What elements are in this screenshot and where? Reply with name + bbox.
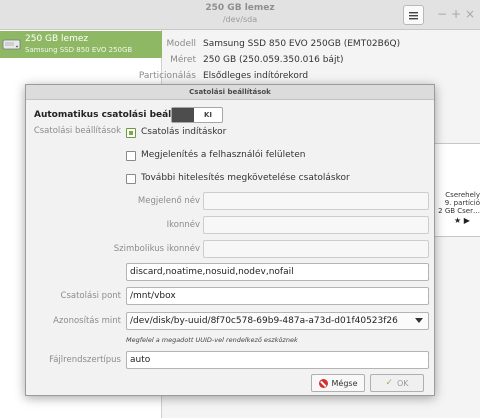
identify-as-dropdown[interactable]: /dev/disk/by-uuid/8f70c578-69b9-487a-a73…: [126, 312, 429, 330]
property-row-model: Modell Samsung SSD 850 EVO 250GB (EMT02B…: [162, 37, 480, 53]
cancel-button[interactable]: Mégse: [311, 374, 365, 392]
cancel-button-label: Mégse: [331, 378, 358, 388]
dialog-title: Csatolási beállítások: [26, 85, 434, 100]
property-value: Samsung SSD 850 EVO 250GB (EMT02B6Q): [203, 39, 401, 49]
property-row-size: Méret 250 GB (250.059.350.016 bájt): [162, 53, 480, 69]
toggle-state-label: KI: [203, 111, 213, 119]
sidebar-item-sublabel: Samsung SSD 850 EVO 250GB: [25, 46, 133, 54]
ok-button-label: OK: [397, 378, 409, 388]
maximize-button[interactable]: +: [451, 7, 461, 21]
cancel-icon: [318, 378, 328, 388]
volume-partition-label: 9. partíció: [444, 199, 480, 207]
close-button[interactable]: ×: [465, 7, 475, 21]
titlebar: 250 GB lemez /dev/sda − + ×: [0, 0, 480, 30]
icon-name-input[interactable]: [203, 216, 429, 234]
property-row-partitioning: Particionálás Elsődleges indítórekord: [139, 69, 480, 85]
sidebar-item-label: 250 GB lemez: [25, 34, 89, 44]
show-in-ui-label: Megjelenítés a felhasználói felületen: [141, 150, 306, 160]
mount-options-dialog: Csatolási beállítások Automatikus csatol…: [25, 84, 435, 396]
require-auth-label: További hitelesítés megkövetelése csatol…: [141, 173, 350, 183]
automatic-mount-toggle[interactable]: KI: [171, 107, 223, 123]
property-key: Particionálás: [138, 71, 196, 81]
mount-point-label: Csatolási pont: [60, 291, 121, 301]
mount-at-startup-label: Csatolás indításkor: [141, 127, 227, 137]
mount-at-startup-checkbox[interactable]: [126, 128, 136, 138]
symbolic-icon-label: Szimbolikus ikonnév: [113, 244, 200, 254]
toggle-knob: [172, 108, 194, 122]
mount-point-input[interactable]: /mnt/vbox: [126, 287, 429, 305]
property-value: 250 GB (250.059.350.016 bájt): [203, 55, 344, 65]
show-in-ui-checkbox[interactable]: [126, 151, 136, 161]
hamburger-menu-icon: [409, 11, 418, 19]
symbolic-icon-input[interactable]: [203, 240, 429, 258]
identify-as-label: Azonosítás mint: [53, 316, 121, 326]
hamburger-menu-button[interactable]: [403, 5, 424, 25]
volume-swap-partition[interactable]: Cserehely 9. partíció 2 GB Cser… ★ ▶: [433, 143, 480, 237]
volume-size-label: 2 GB Cser…: [438, 207, 480, 215]
identify-hint: Megfelel a megadott UUID-vel rendelkező …: [126, 336, 298, 344]
checkmark-icon: ✓: [385, 378, 393, 388]
volume-status-icons: ★ ▶: [454, 216, 470, 225]
property-value: Elsődleges indítórekord: [203, 71, 309, 81]
mount-options-input[interactable]: discard,noatime,nosuid,nodev,nofail: [126, 263, 429, 281]
chevron-down-icon: [415, 318, 423, 323]
ok-button[interactable]: ✓ OK: [370, 374, 424, 392]
minimize-button[interactable]: −: [437, 7, 447, 21]
filesystem-type-label: Fájlrendszertípus: [49, 355, 121, 365]
volume-label: Cserehely: [445, 191, 480, 199]
icon-name-label: Ikonnév: [166, 220, 200, 230]
drive-icon: [2, 39, 21, 50]
mount-options-section-label: Csatolási beállítások: [33, 126, 121, 136]
require-auth-checkbox[interactable]: [126, 174, 136, 184]
display-name-input[interactable]: [203, 192, 429, 210]
filesystem-type-input[interactable]: auto: [126, 351, 429, 369]
property-key: Modell: [166, 39, 196, 49]
display-name-label: Megjelenő név: [137, 196, 200, 206]
identify-as-value: /dev/disk/by-uuid/8f70c578-69b9-487a-a73…: [130, 316, 398, 326]
property-key: Méret: [170, 55, 196, 65]
